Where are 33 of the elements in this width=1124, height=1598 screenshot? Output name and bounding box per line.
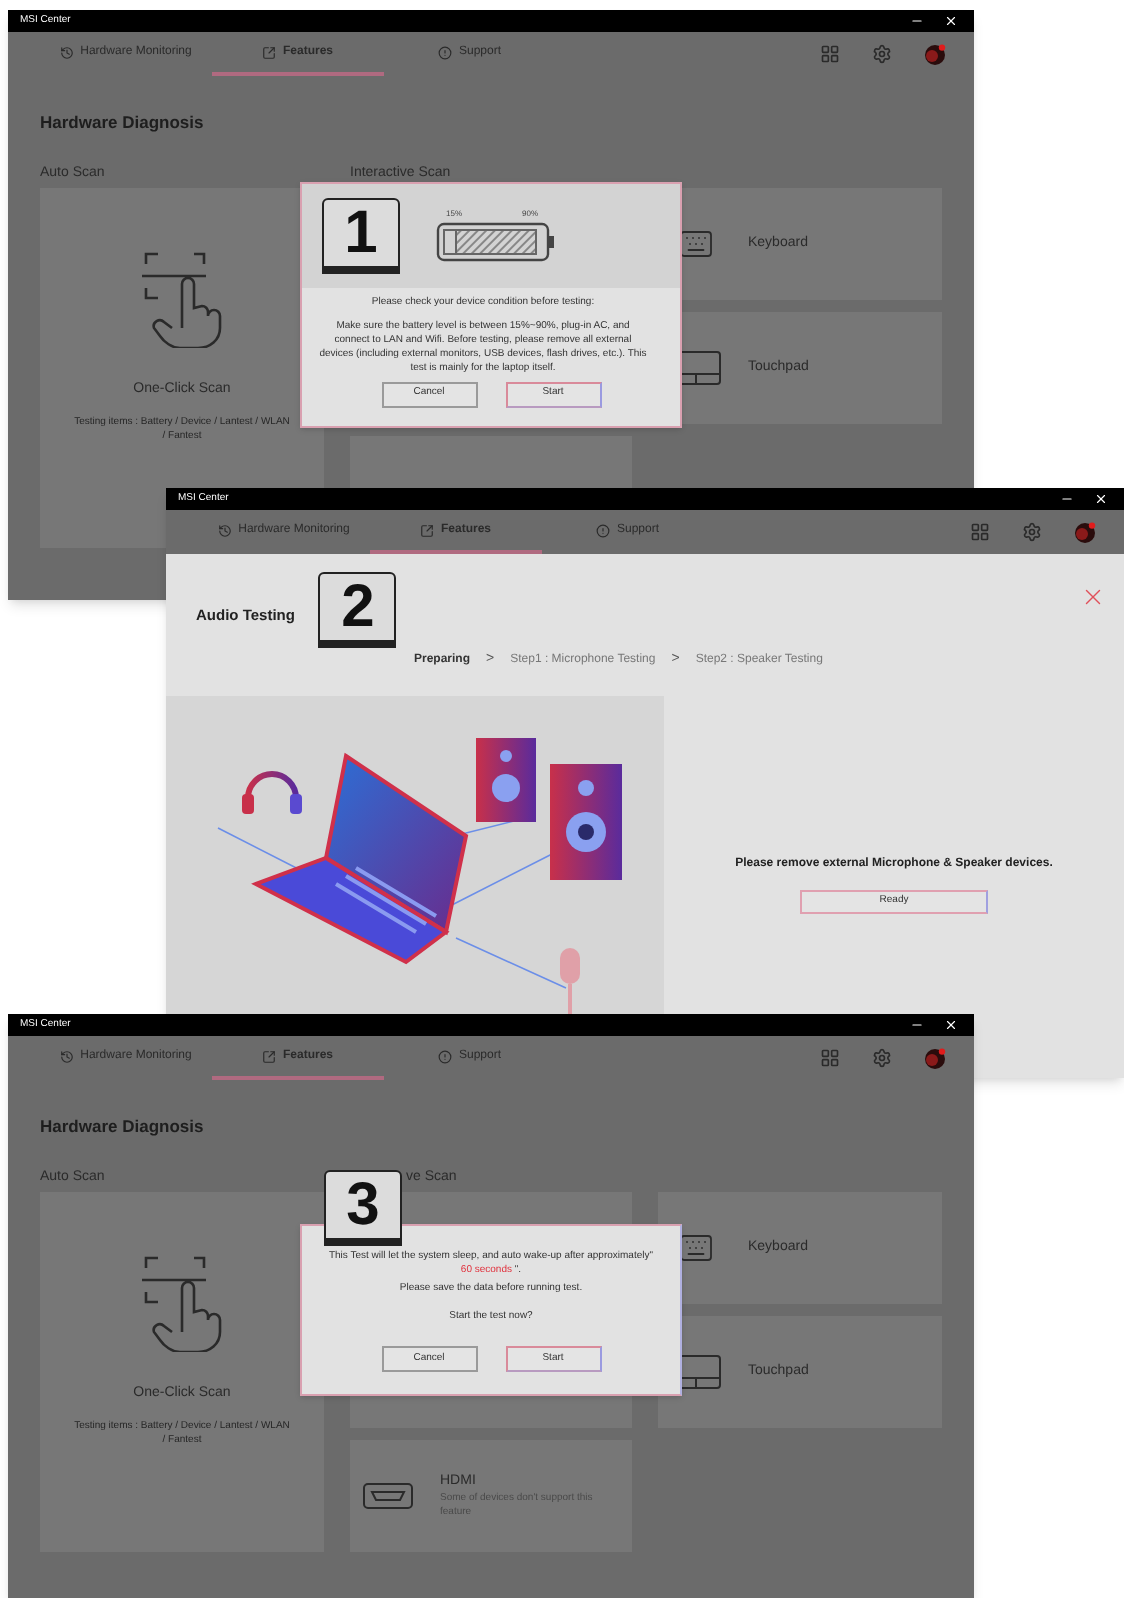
touch-scan-icon (138, 247, 226, 348)
step-number-badge: 3 (324, 1170, 402, 1246)
features-icon (262, 45, 277, 59)
close-icon[interactable] (1094, 492, 1108, 506)
close-icon[interactable] (944, 14, 958, 28)
avatar-icon[interactable] (924, 1047, 946, 1069)
alert-icon (438, 1049, 453, 1063)
history-icon (60, 45, 75, 59)
step-number-badge: 2 (318, 572, 397, 648)
minimize-icon[interactable] (910, 1018, 924, 1032)
touch-scan-icon (138, 1251, 226, 1352)
settings-icon[interactable] (872, 44, 892, 64)
features-icon (420, 523, 435, 537)
battery-icon (436, 220, 560, 264)
avatar-icon[interactable] (1074, 521, 1096, 543)
settings-icon[interactable] (872, 1048, 892, 1068)
apps-icon[interactable] (970, 522, 990, 542)
close-icon[interactable] (944, 1018, 958, 1032)
history-icon (218, 523, 233, 537)
apps-icon[interactable] (820, 1048, 840, 1068)
hdmi-port-icon (362, 1481, 414, 1510)
page-heading: Hardware Diagnosis (40, 1114, 206, 1140)
alert-icon (596, 523, 611, 537)
step-number-badge: 1 (322, 198, 400, 274)
minimize-icon[interactable] (1060, 492, 1074, 506)
features-icon (262, 1049, 277, 1063)
minimize-icon[interactable] (910, 14, 924, 28)
alert-icon (438, 45, 453, 59)
apps-icon[interactable] (820, 44, 840, 64)
history-icon (60, 1049, 75, 1063)
settings-icon[interactable] (1022, 522, 1042, 542)
avatar-icon[interactable] (924, 43, 946, 65)
page-heading: Hardware Diagnosis (40, 110, 206, 136)
